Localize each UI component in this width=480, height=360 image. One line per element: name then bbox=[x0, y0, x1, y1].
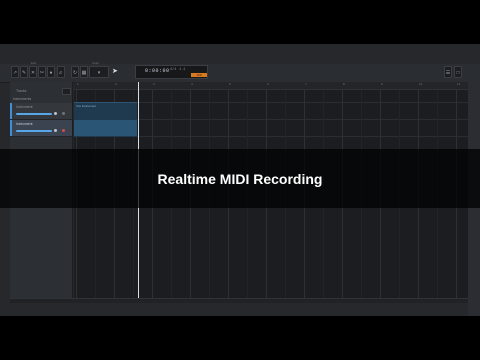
instruments-folder-label: Instruments bbox=[13, 97, 32, 101]
browser-button[interactable]: □ bbox=[454, 66, 462, 78]
bar-number: 4 bbox=[191, 82, 193, 86]
bar-number: 3 bbox=[153, 82, 155, 86]
title-overlay: Realtime MIDI Recording bbox=[0, 149, 480, 208]
recording-clip[interactable] bbox=[74, 120, 137, 136]
bar-number: 8 bbox=[343, 82, 345, 86]
track-row[interactable]: Instrument bbox=[10, 103, 72, 120]
quantize-dropdown[interactable]: ▾ bbox=[89, 66, 109, 78]
bar-number: 5 bbox=[229, 82, 231, 86]
tempo-display[interactable]: 120 bbox=[191, 73, 207, 77]
track-row[interactable]: Instrument bbox=[10, 120, 72, 137]
select-tool-button[interactable]: ↗ bbox=[11, 66, 19, 78]
draw-tool-button[interactable]: ✎ bbox=[20, 66, 28, 78]
track-name: Instrument bbox=[16, 105, 33, 109]
track-color-strip bbox=[10, 120, 12, 136]
pan-knob[interactable] bbox=[54, 129, 57, 132]
overlay-title: Realtime MIDI Recording bbox=[157, 171, 323, 187]
bar-number: 9 bbox=[381, 82, 383, 86]
clip-name: Vox Instrument bbox=[76, 104, 97, 108]
horizontal-scrollbar[interactable] bbox=[10, 298, 468, 303]
timeline-ruler[interactable]: 1 2 3 4 5 6 7 8 9 10 11 bbox=[74, 82, 468, 90]
bar-number: 6 bbox=[267, 82, 269, 86]
split-tool-button[interactable]: ✂ bbox=[38, 66, 46, 78]
tool-caption: Edit bbox=[31, 61, 37, 65]
time-signature: 4/4 bbox=[170, 68, 177, 72]
bar-number: 11 bbox=[457, 82, 461, 86]
snap-caption: Snap bbox=[92, 61, 100, 65]
transport-time: 0:00:00 bbox=[145, 68, 170, 74]
track-panel-header: Tracks bbox=[16, 89, 27, 93]
bar-number: 2 bbox=[115, 82, 117, 86]
volume-slider[interactable] bbox=[16, 113, 52, 115]
listen-tool-button[interactable]: ♬ bbox=[57, 66, 65, 78]
erase-tool-button[interactable]: ✕ bbox=[29, 66, 37, 78]
record-arm-toggle[interactable] bbox=[62, 129, 65, 132]
pan-knob[interactable] bbox=[54, 112, 57, 115]
bar-number: 7 bbox=[305, 82, 307, 86]
mouse-cursor-icon: ➤ bbox=[112, 68, 118, 75]
bar-number: 1 bbox=[77, 82, 79, 86]
track-color-strip bbox=[10, 103, 12, 119]
position-readout: 1.1 bbox=[179, 68, 186, 72]
mute-tool-button[interactable]: ● bbox=[47, 66, 55, 78]
track-name: Instrument bbox=[16, 122, 33, 126]
bar-number: 10 bbox=[419, 82, 423, 86]
mute-toggle[interactable] bbox=[62, 112, 65, 115]
toolbar: Edit ↗ ✎ ✕ ✂ ● ♬ Snap ↻ ▦ ▾ ➤ 0:00:00 4/… bbox=[0, 61, 480, 83]
mixer-button[interactable]: ☰ bbox=[444, 66, 452, 78]
transport-display[interactable]: 0:00:00 4/4 1.1 120 bbox=[135, 65, 208, 79]
snap-button[interactable]: ▦ bbox=[80, 66, 88, 78]
loop-button[interactable]: ↻ bbox=[71, 66, 79, 78]
volume-slider[interactable] bbox=[16, 130, 52, 132]
add-track-button[interactable] bbox=[62, 88, 71, 95]
